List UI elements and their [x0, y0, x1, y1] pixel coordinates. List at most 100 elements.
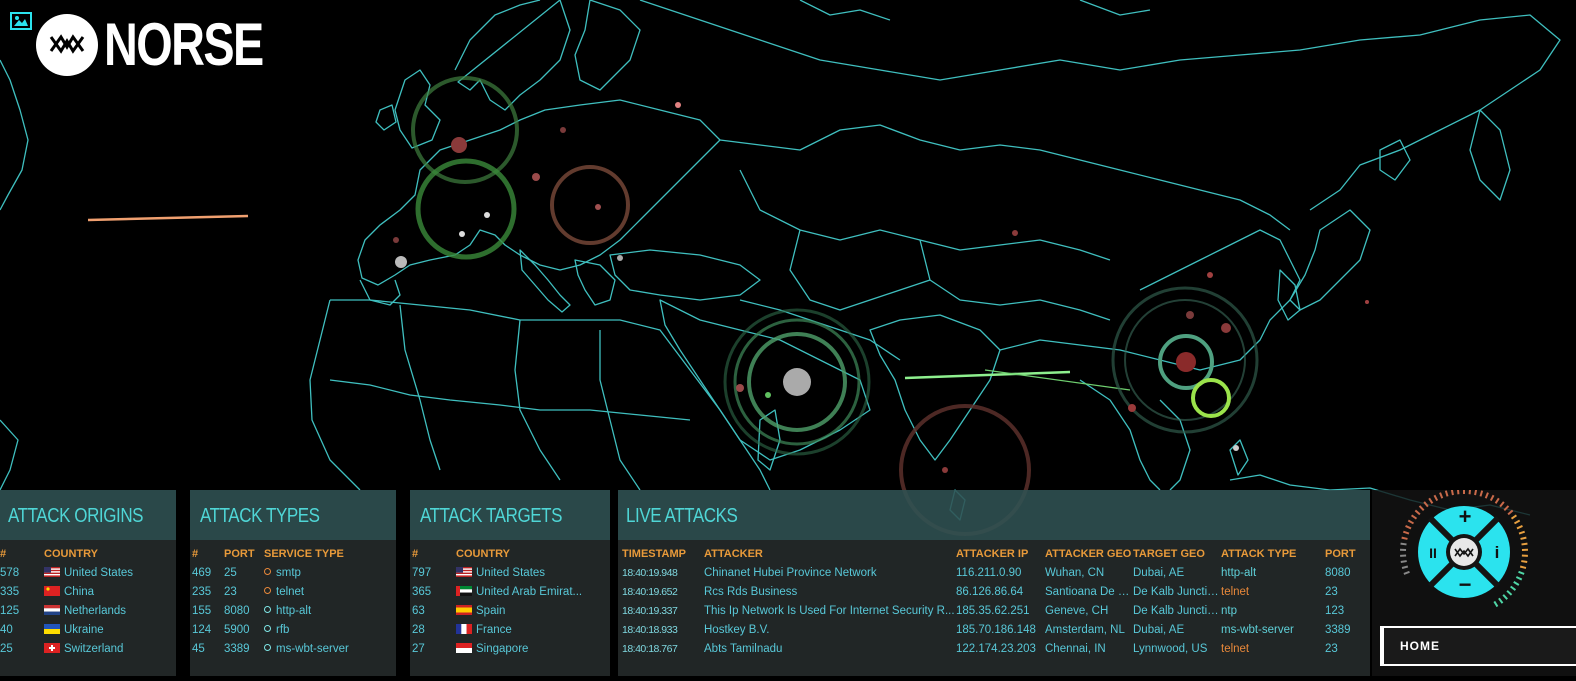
- service-name: smtp: [276, 567, 301, 579]
- column-header: ATTACKER: [704, 540, 956, 564]
- gauge-tick: [1521, 538, 1527, 539]
- column-header: PORT: [224, 540, 264, 564]
- norse-logo[interactable]: NORSE: [36, 14, 307, 76]
- sg-flag-icon: [456, 643, 472, 653]
- table-row[interactable]: 453389ms-wbt-server: [192, 640, 396, 659]
- attacker-geo-cell: Amsterdam, NL: [1045, 621, 1133, 640]
- gauge-tick: [1517, 526, 1522, 528]
- row-count: 235: [192, 583, 224, 602]
- gauge-tick: [1491, 495, 1494, 500]
- gauge-tick: [1494, 601, 1497, 606]
- gauge-tick: [1458, 490, 1459, 494]
- gauge-tick: [1412, 515, 1417, 518]
- table-row[interactable]: 40Ukraine: [0, 621, 176, 640]
- table-row[interactable]: 125Netherlands: [0, 602, 176, 621]
- service-dot-icon: [264, 625, 271, 632]
- table-row[interactable]: 578United States: [0, 564, 176, 583]
- zoom-in-button[interactable]: +: [1454, 506, 1476, 528]
- attacker-ip-cell: 185.35.62.251: [956, 602, 1045, 621]
- attacker-cell: This Ip Network Is Used For Internet Sec…: [704, 602, 956, 621]
- gauge-tick: [1508, 510, 1513, 514]
- table-row[interactable]: 18:40:19.337This Ip Network Is Used For …: [622, 602, 1370, 621]
- row-count: 63: [412, 602, 456, 621]
- gauge-tick: [1475, 490, 1476, 495]
- zoom-out-button[interactable]: −: [1454, 574, 1476, 596]
- gauge-tick: [1519, 532, 1525, 534]
- gauge-tick: [1452, 490, 1453, 495]
- row-count: 578: [0, 564, 44, 583]
- country-name: Singapore: [476, 643, 528, 655]
- attacker-geo-cell: Santioana De M...: [1045, 583, 1133, 602]
- row-count: 27: [412, 640, 456, 659]
- es-flag-icon: [456, 605, 472, 615]
- column-header: PORT: [1325, 540, 1370, 564]
- column-header: TIMESTAMP: [622, 540, 704, 564]
- gauge-tick: [1519, 572, 1525, 574]
- table-row[interactable]: 365United Arab Emirat...: [412, 583, 610, 602]
- gauge-tick: [1486, 493, 1488, 499]
- port-cell: 25: [224, 564, 264, 583]
- table-row[interactable]: 27 Singapore: [412, 640, 610, 659]
- table-row[interactable]: 25Switzerland: [0, 640, 176, 659]
- ch-flag-icon: [44, 643, 60, 653]
- table-row[interactable]: 797United States: [412, 564, 610, 583]
- attack-types-panel: ATTACK TYPES # PORT SERVICE TYPE 46925sm…: [190, 490, 396, 676]
- column-header: #: [192, 540, 224, 564]
- port-cell: 3389: [224, 640, 264, 659]
- gauge-tick: [1470, 490, 1471, 494]
- attack-origins-table: # COUNTRY 578United States335China125Net…: [0, 540, 176, 659]
- service-dot-icon: [264, 568, 271, 575]
- service-cell: telnet: [264, 583, 396, 602]
- home-label: HOME: [1400, 639, 1440, 653]
- country-cell: United States: [456, 564, 610, 583]
- country-cell: Singapore: [456, 640, 610, 659]
- gauge-tick: [1514, 582, 1519, 585]
- us-flag-icon: [456, 567, 472, 577]
- table-row[interactable]: 1558080http-alt: [192, 602, 396, 621]
- gauge-tick: [1446, 491, 1448, 497]
- target-geo-cell: Lynnwood, US: [1133, 640, 1221, 659]
- column-header: ATTACKER GEO: [1045, 540, 1133, 564]
- country-name: France: [476, 624, 512, 636]
- country-name: United States: [476, 567, 545, 579]
- gauge-tick: [1521, 561, 1527, 562]
- gauge-tick: [1408, 520, 1413, 523]
- live-attacks-table: TIMESTAMP ATTACKER ATTACKER IP ATTACKER …: [622, 540, 1370, 659]
- gauge-tick: [1429, 498, 1432, 503]
- table-row[interactable]: 335China: [0, 583, 176, 602]
- attack-origins-panel: ATTACK ORIGINS # COUNTRY 578United State…: [0, 490, 176, 676]
- row-count: 25: [0, 640, 44, 659]
- service-cell: rfb: [264, 621, 396, 640]
- table-row[interactable]: 18:40:18.767Abts Tamilnadu122.174.23.203…: [622, 640, 1370, 659]
- row-count: 124: [192, 621, 224, 640]
- port-cell: 8080: [1325, 564, 1370, 583]
- table-row[interactable]: 46925smtp: [192, 564, 396, 583]
- row-count: 28: [412, 621, 456, 640]
- column-header: SERVICE TYPE: [264, 540, 396, 564]
- service-dot-icon: [264, 606, 271, 613]
- table-row[interactable]: 28 France: [412, 621, 610, 640]
- attacker-ip-cell: 185.70.186.148: [956, 621, 1045, 640]
- attack-type-cell: telnet: [1221, 640, 1325, 659]
- gauge-tick: [1424, 502, 1428, 507]
- column-header: TARGET GEO: [1133, 540, 1221, 564]
- service-cell: http-alt: [264, 602, 396, 621]
- country-cell: China: [44, 583, 176, 602]
- image-icon[interactable]: [10, 12, 32, 30]
- info-button[interactable]: i: [1486, 542, 1508, 564]
- table-row[interactable]: 18:40:19.948Chinanet Hubei Province Netw…: [622, 564, 1370, 583]
- attack-dots: [393, 102, 1369, 473]
- attacker-ip-cell: 116.211.0.90: [956, 564, 1045, 583]
- table-row[interactable]: 18:40:18.933Hostkey B.V.185.70.186.148Am…: [622, 621, 1370, 640]
- table-row[interactable]: 23523telnet: [192, 583, 396, 602]
- gauge-tick: [1514, 520, 1519, 523]
- target-geo-cell: De Kalb Junctio...: [1133, 583, 1221, 602]
- pause-button[interactable]: II: [1422, 542, 1444, 564]
- home-nav-button[interactable]: HOME: [1380, 626, 1576, 666]
- country-name: Netherlands: [64, 605, 126, 617]
- table-row[interactable]: 1245900rfb: [192, 621, 396, 640]
- table-row[interactable]: 63Spain: [412, 602, 610, 621]
- table-row[interactable]: 18:40:19.652Rcs Rds Business86.126.86.64…: [622, 583, 1370, 602]
- attack-type-cell: ntp: [1221, 602, 1325, 621]
- gauge-tick: [1500, 502, 1504, 507]
